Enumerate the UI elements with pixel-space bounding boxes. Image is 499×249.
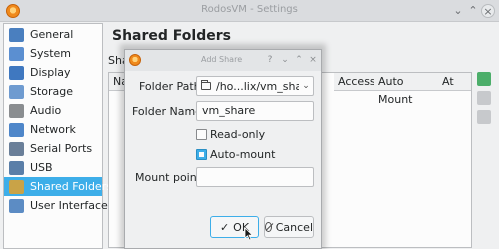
- page-title: Shared Folders: [112, 28, 231, 44]
- maximize-icon[interactable]: ⌃: [293, 54, 305, 66]
- sidebar-item-shared-folders[interactable]: Shared Folders: [4, 177, 112, 196]
- dialog-titlebar: Add Share ? ⌄ ⌃ ×: [125, 50, 321, 71]
- close-icon[interactable]: ×: [307, 54, 319, 66]
- virtualbox-app-icon: [129, 54, 141, 66]
- cancel-icon: [265, 222, 272, 232]
- sidebar-item-label: Network: [30, 123, 76, 136]
- sidebar-item-audio[interactable]: Audio: [4, 101, 102, 120]
- storage-icon: [9, 84, 24, 99]
- cancel-button-label: Cancel: [275, 220, 313, 234]
- sidebar-item-label: Serial Ports: [30, 142, 93, 155]
- folder-name-label: Folder Name:: [132, 105, 206, 118]
- mount-point-label: Mount point:: [135, 171, 205, 184]
- window-titlebar: RodosVM - Settings ⌄ ⌃ ×: [0, 0, 499, 22]
- sidebar-item-label: USB: [30, 161, 53, 174]
- folder-path-combo[interactable]: /ho...lix/vm_share ⌄: [196, 76, 314, 96]
- sidebar-item-label: User Interface: [30, 199, 108, 212]
- column-header-access[interactable]: Access: [334, 73, 378, 91]
- sidebar-item-usb[interactable]: USB: [4, 158, 102, 177]
- table-toolbar: [477, 72, 495, 129]
- folder-icon: [201, 80, 211, 90]
- sidebar-item-label: Shared Folders: [30, 180, 112, 193]
- auto-mount-label[interactable]: Auto-mount: [210, 148, 275, 161]
- minimize-icon[interactable]: ⌄: [279, 54, 291, 66]
- folder-name-field[interactable]: vm_share: [196, 101, 314, 121]
- usb-icon: [9, 160, 24, 175]
- mouse-cursor-icon: [244, 227, 254, 241]
- maximize-icon[interactable]: ⌃: [466, 4, 480, 18]
- sidebar-item-label: System: [30, 47, 72, 60]
- read-only-label[interactable]: Read-only: [210, 128, 265, 141]
- folder-path-value: /ho...lix/vm_share: [216, 79, 299, 93]
- sidebar-item-storage[interactable]: Storage: [4, 82, 102, 101]
- column-header-at[interactable]: At: [438, 73, 471, 91]
- sidebar-item-label: General: [30, 28, 74, 41]
- chevron-down-icon: ⌄: [302, 81, 310, 91]
- checkmark-icon: ✓: [219, 220, 230, 234]
- mount-point-field[interactable]: [196, 167, 314, 187]
- display-icon: [9, 65, 24, 80]
- sidebar-item-system[interactable]: System: [4, 44, 102, 63]
- sidebar-item-display[interactable]: Display: [4, 63, 102, 82]
- add-share-dialog: Add Share ? ⌄ ⌃ × Folder Path: /ho...lix…: [124, 49, 322, 249]
- cancel-button[interactable]: Cancel: [264, 216, 314, 238]
- settings-sidebar: General System Display Storage Audio Net…: [3, 23, 112, 249]
- sidebar-item-user-interface[interactable]: User Interface: [4, 196, 108, 215]
- edit-share-icon[interactable]: [477, 91, 491, 105]
- sidebar-item-label: Storage: [30, 85, 74, 98]
- system-icon: [9, 46, 24, 61]
- folder-path-label: Folder Path:: [139, 80, 205, 93]
- user-interface-icon: [9, 198, 24, 213]
- sidebar-item-network[interactable]: Network: [4, 120, 102, 139]
- close-icon[interactable]: ×: [481, 4, 495, 18]
- general-icon: [9, 27, 24, 42]
- window-title: RodosVM - Settings: [201, 4, 298, 15]
- auto-mount-checkbox[interactable]: [196, 149, 207, 160]
- network-icon: [9, 122, 24, 137]
- dialog-title: Add Share: [201, 55, 243, 64]
- minimize-icon[interactable]: ⌄: [451, 4, 465, 18]
- sidebar-item-label: Audio: [30, 104, 62, 117]
- sidebar-item-general[interactable]: General: [4, 25, 102, 44]
- remove-share-icon[interactable]: [477, 110, 491, 124]
- help-icon[interactable]: ?: [264, 54, 276, 66]
- add-share-icon[interactable]: [477, 72, 491, 86]
- column-header-auto-mount[interactable]: Auto Mount: [374, 73, 442, 106]
- audio-icon: [9, 103, 24, 118]
- sidebar-item-serial-ports[interactable]: Serial Ports: [4, 139, 102, 158]
- shared-folders-icon: [9, 179, 24, 194]
- sidebar-item-label: Display: [30, 66, 71, 79]
- serial-ports-icon: [9, 141, 24, 156]
- read-only-checkbox[interactable]: [196, 129, 207, 140]
